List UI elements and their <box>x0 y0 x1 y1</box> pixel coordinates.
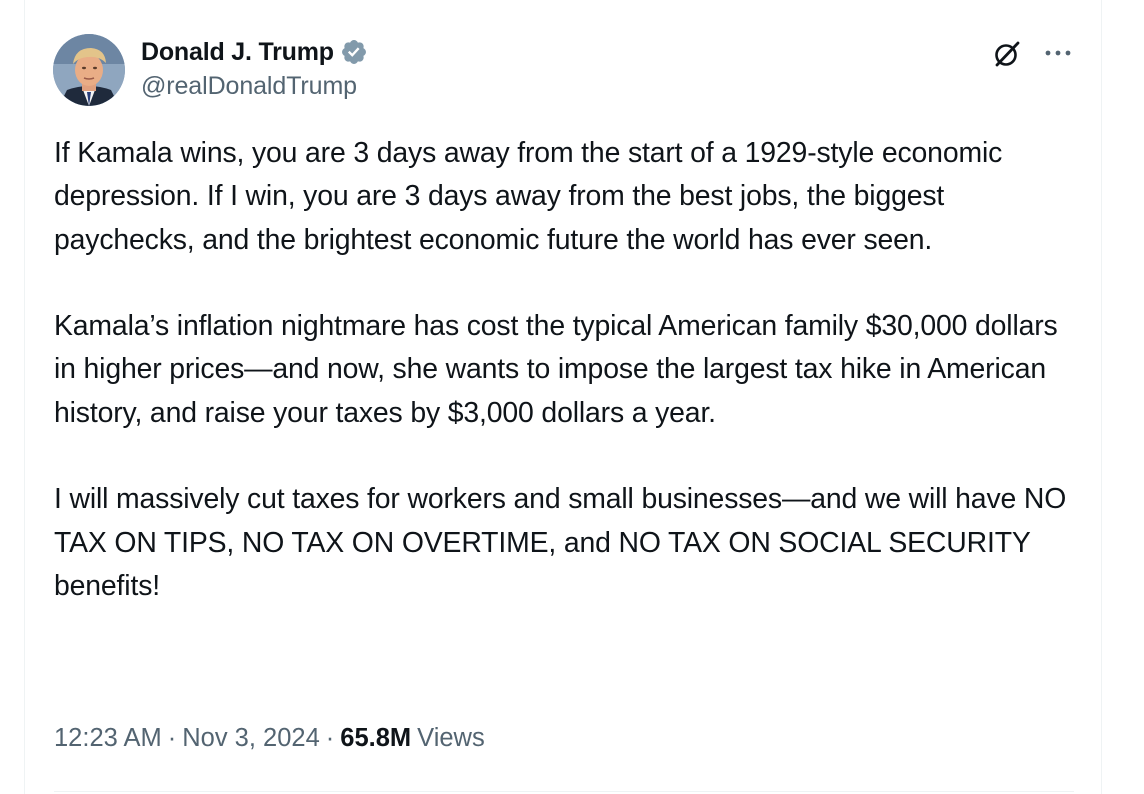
profile-photo-icon <box>53 34 125 106</box>
grok-icon[interactable] <box>991 38 1023 70</box>
tweet-date[interactable]: Nov 3, 2024 <box>182 724 320 753</box>
verified-badge-icon <box>341 40 366 64</box>
meta-separator: · <box>167 724 177 752</box>
more-options-icon[interactable] <box>1041 40 1075 66</box>
tweet-text: If Kamala wins, you are 3 days away from… <box>54 132 1084 652</box>
tweet-card: Donald J. Trump @realDonaldTrump If Kama… <box>24 0 1102 794</box>
tweet-paragraph: I will massively cut taxes for workers a… <box>54 483 1067 602</box>
divider <box>54 791 1074 792</box>
tweet-paragraph: Kamala’s inflation nightmare has cost th… <box>54 310 1058 429</box>
author-name-row: Donald J. Trump <box>141 35 368 69</box>
tweet-time[interactable]: 12:23 AM <box>54 724 162 753</box>
author-handle[interactable]: @realDonaldTrump <box>141 72 357 101</box>
author-name[interactable]: Donald J. Trump <box>141 38 334 67</box>
tweet-meta: 12:23 AM · Nov 3, 2024 · 65.8M Views <box>54 724 485 753</box>
tweet-paragraph: If Kamala wins, you are 3 days away from… <box>54 137 1003 256</box>
views-count[interactable]: 65.8M <box>340 724 411 753</box>
views-label[interactable]: Views <box>417 724 485 753</box>
meta-separator: · <box>325 724 335 752</box>
avatar[interactable] <box>53 34 125 106</box>
